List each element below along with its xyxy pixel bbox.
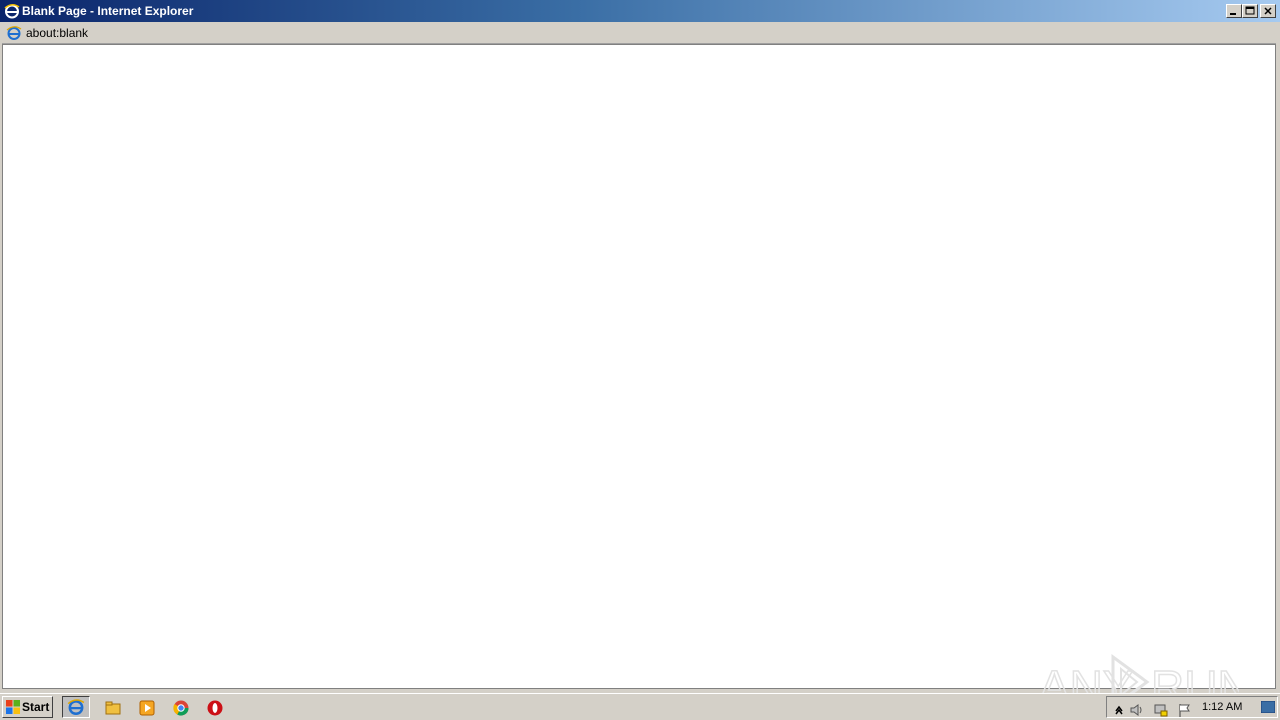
clock[interactable]: 1:12 AM	[1202, 700, 1242, 714]
address-text[interactable]: about:blank	[26, 26, 88, 40]
show-hidden-icons[interactable]	[1111, 702, 1127, 718]
system-tray	[1106, 696, 1278, 718]
page-content[interactable]: ANY RUN	[2, 44, 1276, 713]
show-desktop-icon[interactable]	[1261, 701, 1275, 713]
maximize-button[interactable]	[1242, 4, 1258, 18]
windows-logo-icon	[6, 700, 20, 714]
chrome-icon[interactable]	[172, 699, 190, 717]
opera-icon[interactable]	[206, 699, 224, 717]
maximize-icon	[1245, 6, 1255, 15]
action-center-flag-icon[interactable]	[1177, 702, 1193, 718]
close-button[interactable]	[1260, 4, 1276, 18]
taskbar: Start 1:12 AM	[0, 693, 1280, 720]
start-label: Start	[22, 700, 50, 714]
file-explorer-icon[interactable]	[104, 699, 122, 717]
close-icon	[1264, 7, 1272, 15]
network-icon[interactable]	[1153, 702, 1169, 718]
taskbar-ie-button[interactable]	[62, 696, 90, 718]
address-bar[interactable]: about:blank	[2, 23, 1276, 44]
page-icon	[6, 26, 22, 40]
volume-icon[interactable]	[1129, 702, 1145, 718]
browser-window: Blank Page - Internet Explorer about:bla…	[0, 0, 1280, 713]
title-bar[interactable]: Blank Page - Internet Explorer	[0, 0, 1280, 22]
window-title: Blank Page - Internet Explorer	[22, 4, 194, 18]
minimize-icon	[1230, 13, 1236, 15]
minimize-button[interactable]	[1226, 4, 1242, 18]
media-player-icon[interactable]	[138, 699, 156, 717]
internet-explorer-icon	[67, 699, 85, 715]
internet-explorer-icon	[4, 4, 20, 19]
start-button[interactable]: Start	[2, 696, 53, 718]
